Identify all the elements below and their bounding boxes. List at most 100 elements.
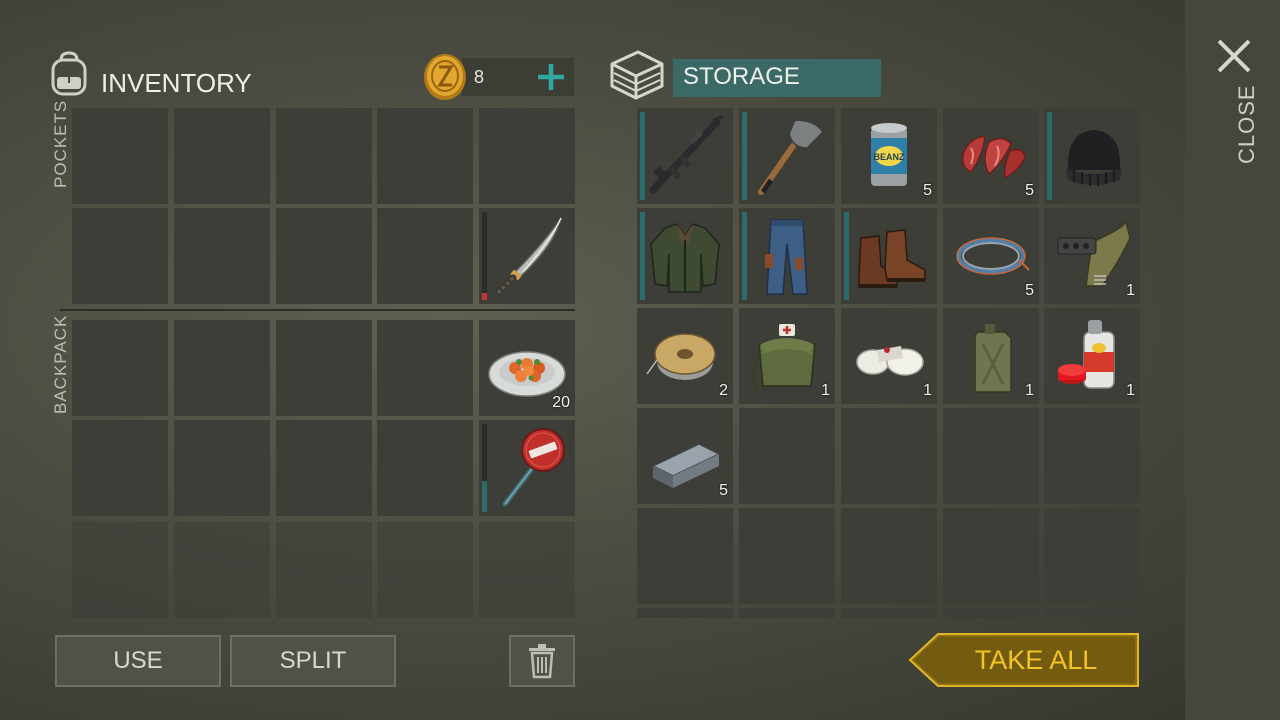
storage-slot[interactable] (943, 608, 1039, 618)
cable-spool-icon (646, 333, 716, 380)
pocket-slot[interactable] (479, 108, 575, 204)
close-icon (1217, 39, 1251, 73)
bandages-icon (856, 346, 924, 376)
storage-slot-beanie[interactable] (1044, 108, 1140, 204)
item-quantity: 5 (923, 182, 932, 199)
storage-slot[interactable] (841, 608, 937, 618)
spray-paint-icon (1058, 320, 1115, 389)
split-button[interactable]: SPLIT (230, 635, 396, 687)
storage-slot[interactable] (637, 508, 733, 604)
item-quantity: 5 (1025, 182, 1034, 199)
backpack-slot[interactable] (174, 320, 270, 416)
storage-slot-jeans[interactable] (739, 208, 835, 304)
jeans-icon (765, 219, 808, 295)
storage-slot[interactable] (943, 508, 1039, 604)
backpack-slot[interactable] (377, 320, 473, 416)
assault-rifle-icon (649, 114, 724, 194)
storage-slot[interactable] (637, 608, 733, 618)
storage-slot[interactable] (1044, 508, 1140, 604)
backpack-slot-meal[interactable]: 20 (479, 320, 575, 416)
storage-slot-boots[interactable] (841, 208, 937, 304)
backpack-slot[interactable] (377, 522, 473, 618)
item-quantity: 1 (923, 382, 932, 399)
use-button[interactable]: USE (55, 635, 221, 687)
pocket-slot[interactable] (72, 208, 168, 304)
item-quantity: 1 (1126, 282, 1135, 299)
pocket-slot[interactable] (276, 108, 372, 204)
medical-bag-icon (752, 324, 816, 395)
take-all-label: TAKE ALL (974, 644, 1098, 675)
coin-icon (424, 54, 466, 100)
storage-slot-rifle[interactable] (637, 108, 733, 204)
close-label: CLOSE (1234, 84, 1259, 164)
backpack-slot[interactable] (276, 522, 372, 618)
backpack-slot[interactable] (174, 522, 270, 618)
weapon-parts-icon (1057, 220, 1131, 287)
pocket-slot[interactable] (174, 108, 270, 204)
pocket-slot[interactable] (377, 208, 473, 304)
svg-text:BEANZ: BEANZ (874, 152, 906, 162)
storage-slot-meat[interactable]: 5 (943, 108, 1039, 204)
pocket-slot[interactable] (174, 208, 270, 304)
storage-slot-bandages[interactable]: 1 (841, 308, 937, 404)
take-all-button[interactable]: TAKE ALL (908, 632, 1140, 688)
storage-slot-jerrycan[interactable]: 1 (943, 308, 1039, 404)
backpack-icon (51, 51, 87, 96)
beanie-hat-icon (1066, 130, 1122, 186)
storage-slot-spray[interactable]: 1 (1044, 308, 1140, 404)
raw-meat-icon (961, 135, 1026, 180)
backpack-label: BACKPACK (51, 314, 70, 414)
storage-slot[interactable] (739, 508, 835, 604)
backpack-slot[interactable] (479, 522, 575, 618)
wire-coil-icon (956, 237, 1030, 275)
pocket-slot[interactable] (72, 108, 168, 204)
storage-slot-spool[interactable]: 2 (637, 308, 733, 404)
backpack-slot[interactable] (276, 320, 372, 416)
pocket-slot-machete[interactable] (479, 208, 575, 304)
storage-slot-jacket[interactable] (637, 208, 733, 304)
leather-jacket-icon (650, 223, 720, 293)
plus-icon[interactable] (532, 58, 570, 96)
storage-crate-icon (610, 50, 664, 100)
machete-icon (493, 217, 562, 298)
storage-title: STORAGE (673, 59, 881, 97)
storage-slot[interactable] (841, 508, 937, 604)
storage-slot[interactable] (1044, 608, 1140, 618)
backpack-slot[interactable] (377, 420, 473, 516)
backpack-slot[interactable] (72, 522, 168, 618)
stop-sign-club-icon (502, 428, 565, 507)
storage-slot-beanz[interactable]: BEANZ 5 (841, 108, 937, 204)
item-quantity: 1 (1025, 382, 1034, 399)
storage-slot-shovel[interactable] (739, 108, 835, 204)
storage-slot[interactable] (739, 608, 835, 618)
storage-slot[interactable] (841, 408, 937, 504)
item-quantity: 1 (821, 382, 830, 399)
backpack-slot-stop-sign[interactable] (479, 420, 575, 516)
pocket-slot[interactable] (276, 208, 372, 304)
iron-ingot-icon (651, 443, 721, 488)
backpack-slot[interactable] (72, 320, 168, 416)
storage-slot[interactable] (1044, 408, 1140, 504)
storage-slot[interactable] (943, 408, 1039, 504)
trash-button[interactable] (509, 635, 575, 687)
jerrycan-icon (974, 324, 1012, 393)
storage-slot[interactable] (739, 408, 835, 504)
beanz-can-icon: BEANZ (871, 123, 907, 186)
backpack-slot[interactable] (174, 420, 270, 516)
section-divider (60, 309, 575, 311)
backpack-slot[interactable] (72, 420, 168, 516)
pocket-slot[interactable] (377, 108, 473, 204)
item-quantity: 2 (719, 382, 728, 399)
close-button[interactable]: CLOSE (1212, 34, 1259, 174)
backpack-slot[interactable] (276, 420, 372, 516)
shovel-icon (758, 119, 824, 195)
storage-slot-medbag[interactable]: 1 (739, 308, 835, 404)
trash-icon (529, 644, 555, 679)
storage-slot-wire[interactable]: 5 (943, 208, 1039, 304)
storage-slot-ingot[interactable]: 5 (637, 408, 733, 504)
boots-icon (858, 229, 926, 288)
item-quantity: 20 (552, 394, 570, 411)
item-quantity: 5 (1025, 282, 1034, 299)
item-quantity: 1 (1126, 382, 1135, 399)
storage-slot-weapon-parts[interactable]: 1 (1044, 208, 1140, 304)
